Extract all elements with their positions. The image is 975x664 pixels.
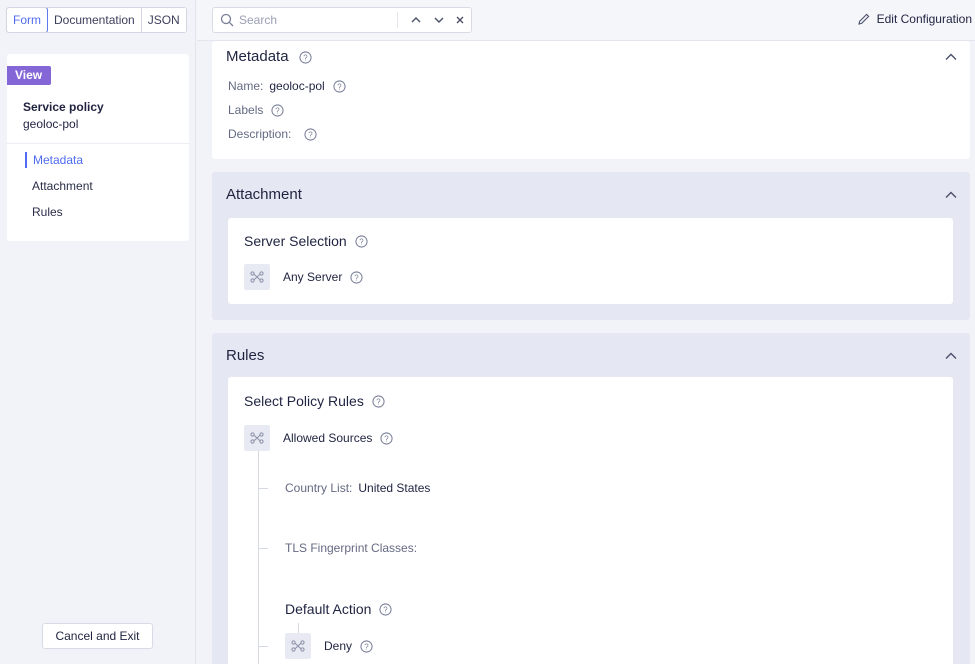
next-match-icon[interactable] [432,13,446,27]
search-divider [397,12,398,28]
help-icon[interactable]: ? [379,602,392,616]
search-icon [220,13,234,27]
form-view-tab[interactable]: Form [6,8,48,32]
view-mode-toggle: Form Documentation JSON [6,7,187,33]
collapse-attachment-icon[interactable] [944,188,958,202]
object-name: geoloc-pol [23,117,79,131]
policy-rules-card: Select Policy Rules ? Allowed Sources ? … [228,377,953,664]
allowed-sources-label: Allowed Sources [283,431,373,445]
section-nav-card: View Service policy geoloc-pol Metadata … [7,54,189,241]
svg-text:?: ? [309,130,314,139]
search-box [212,7,472,33]
nav-divider [7,143,189,144]
country-list-label: Country List: [285,481,353,495]
svg-text:?: ? [376,397,381,406]
help-icon[interactable]: ? [299,50,312,64]
svg-text:?: ? [385,434,390,443]
default-action-title: Default Action ? [285,601,392,617]
collapse-rules-icon[interactable] [944,349,958,363]
tree-connector [258,646,268,647]
name-value: geoloc-pol [269,79,325,93]
help-icon[interactable]: ? [304,127,317,141]
deny-label: Deny [324,639,353,653]
rules-section: Rules Select Policy Rules ? Allowed Sour… [212,333,970,664]
view-badge: View [7,66,51,85]
svg-text:?: ? [364,642,369,651]
edit-configuration-button[interactable]: Edit Configuration [857,12,972,26]
choice-node-icon [285,633,311,659]
pencil-icon [857,13,869,25]
tree-connector [298,623,299,633]
metadata-section: Metadata ? Name: geoloc-pol ? Labels ? D… [212,41,970,159]
any-server-option: Any Server ? [244,264,363,290]
country-list-value: United States [358,481,431,495]
cancel-and-exit-button[interactable]: Cancel and Exit [42,623,153,649]
choice-node-icon [244,264,270,290]
any-server-label: Any Server [283,270,343,284]
edit-configuration-label: Edit Configuration [876,12,972,26]
description-label: Description: [228,127,292,141]
labels-field: Labels ? [228,103,284,117]
svg-text:?: ? [359,237,364,246]
tls-fingerprint-label: TLS Fingerprint Classes: [285,541,418,555]
collapse-metadata-icon[interactable] [944,50,958,64]
json-view-tab[interactable]: JSON [141,8,186,32]
left-panel: Form Documentation JSON View Service pol… [0,0,196,664]
deny-option: Deny ? [285,633,373,659]
svg-text:?: ? [355,273,360,282]
name-field: Name: geoloc-pol ? [228,79,346,93]
svg-text:?: ? [276,106,281,115]
help-icon[interactable]: ? [350,270,363,284]
server-selection-card: Server Selection ? Any Server ? [228,218,953,304]
choice-node-icon [244,425,270,451]
metadata-title: Metadata ? [226,48,312,65]
help-icon[interactable]: ? [271,103,284,117]
main-content: Metadata ? Name: geoloc-pol ? Labels ? D… [197,41,975,664]
tree-connector [258,451,259,664]
help-icon[interactable]: ? [380,431,393,445]
tree-connector [258,488,268,489]
attachment-title: Attachment [226,186,302,203]
name-label: Name: [228,79,264,93]
clear-search-icon[interactable] [453,13,467,27]
nav-item-rules[interactable]: Rules [25,204,63,220]
svg-text:?: ? [303,53,308,62]
description-field: Description: ? [228,127,317,141]
svg-text:?: ? [384,605,389,614]
allowed-sources-option: Allowed Sources ? [244,425,393,451]
tree-connector [258,548,268,549]
help-icon[interactable]: ? [355,234,368,248]
attachment-section: Attachment Server Selection ? Any Server… [212,172,970,320]
labels-label: Labels [228,103,264,117]
country-list-field: Country List: United States [285,481,430,495]
documentation-view-tab[interactable]: Documentation [48,8,142,32]
top-toolbar: Edit Configuration [197,0,975,41]
help-icon[interactable]: ? [360,639,373,653]
object-type: Service policy [23,100,104,114]
select-policy-rules-title: Select Policy Rules ? [244,393,385,409]
help-icon[interactable]: ? [333,79,346,93]
nav-item-metadata[interactable]: Metadata [25,152,83,168]
tls-fingerprint-field: TLS Fingerprint Classes: [285,541,417,555]
server-selection-title: Server Selection ? [244,233,368,249]
help-icon[interactable]: ? [372,394,385,408]
nav-item-attachment[interactable]: Attachment [25,178,93,194]
rules-title: Rules [226,347,265,364]
svg-text:?: ? [337,82,342,91]
search-input[interactable] [239,11,389,29]
previous-match-icon[interactable] [409,13,423,27]
